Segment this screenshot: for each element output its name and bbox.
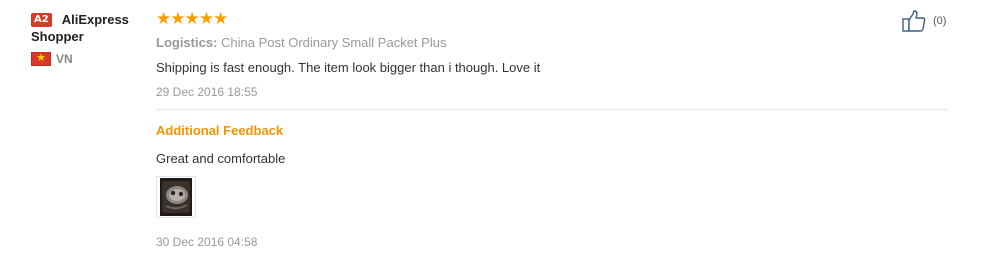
divider (156, 109, 948, 110)
reviewer-name-row: A2 AliExpress (31, 11, 146, 28)
helpful-count: (0) (933, 15, 947, 27)
review-date: 29 Dec 2016 18:55 (156, 85, 258, 99)
logistics-info: Logistics: China Post Ordinary Small Pac… (156, 34, 948, 52)
reviewer-country: ★ VN (31, 52, 146, 66)
additional-feedback-title: Additional Feedback (156, 123, 284, 138)
feedback-photo-thumbnail[interactable] (156, 176, 196, 218)
review-content: ★★★★★ Logistics: China Post Ordinary Sma… (156, 10, 948, 250)
vietnam-flag-icon: ★ (31, 52, 51, 66)
reviewer-info: A2 AliExpress Shopper ★ VN (31, 11, 146, 66)
reviewer-name-line2: Shopper (31, 29, 84, 44)
country-code: VN (56, 52, 73, 66)
logistics-value: China Post Ordinary Small Packet Plus (217, 35, 447, 50)
helpful-button[interactable]: (0) (902, 10, 946, 32)
additional-feedback-text: Great and comfortable (156, 151, 286, 166)
additional-feedback-date: 30 Dec 2016 04:58 (156, 235, 258, 249)
star-rating: ★★★★★ (156, 10, 948, 28)
logistics-label: Logistics: (156, 35, 218, 50)
rating-stars-icon: ★★★★★ (156, 8, 228, 29)
thumbs-up-icon (902, 10, 926, 32)
review-text: Shipping is fast enough. The item look b… (156, 60, 541, 75)
buyer-level-badge: A2 (31, 13, 52, 27)
feedback-photo-image (160, 178, 192, 216)
reviewer-name-line1: AliExpress (61, 12, 129, 27)
